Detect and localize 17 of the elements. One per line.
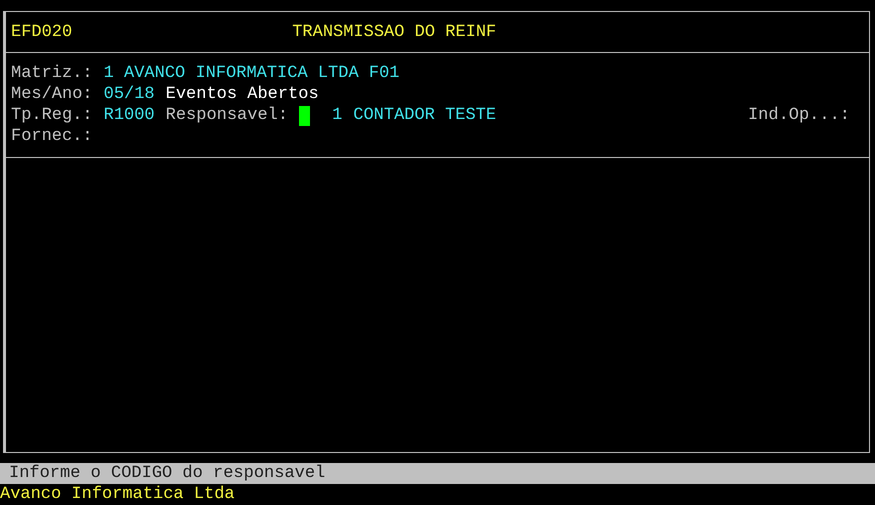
field-value: R1000 [104,105,155,126]
message-bar: Informe o CODIGO do responsavel [0,463,875,484]
field-value: 05/18 [104,84,155,105]
text-cursor[interactable] [299,106,310,126]
status-text: Eventos Abertos [166,84,319,105]
field-label: Fornec.: [11,126,93,147]
field-value: CONTADOR TESTE [353,105,496,126]
program-code: EFD020 [11,22,72,42]
field-label: Ind.Op...: [748,105,850,126]
field-label: Tp.Reg.: [11,105,93,126]
field-value: 1 [332,105,342,126]
field-label: Responsavel: [166,105,288,126]
footer-text: Avanco Informatica Ltda [0,484,236,505]
field-label: Matriz.: [11,63,93,84]
screen-title: TRANSMISSAO DO REINF [292,22,496,42]
field-value: 1 AVANCO INFORMATICA LTDA F01 [104,63,400,84]
field-label: Mes/Ano: [11,84,93,105]
